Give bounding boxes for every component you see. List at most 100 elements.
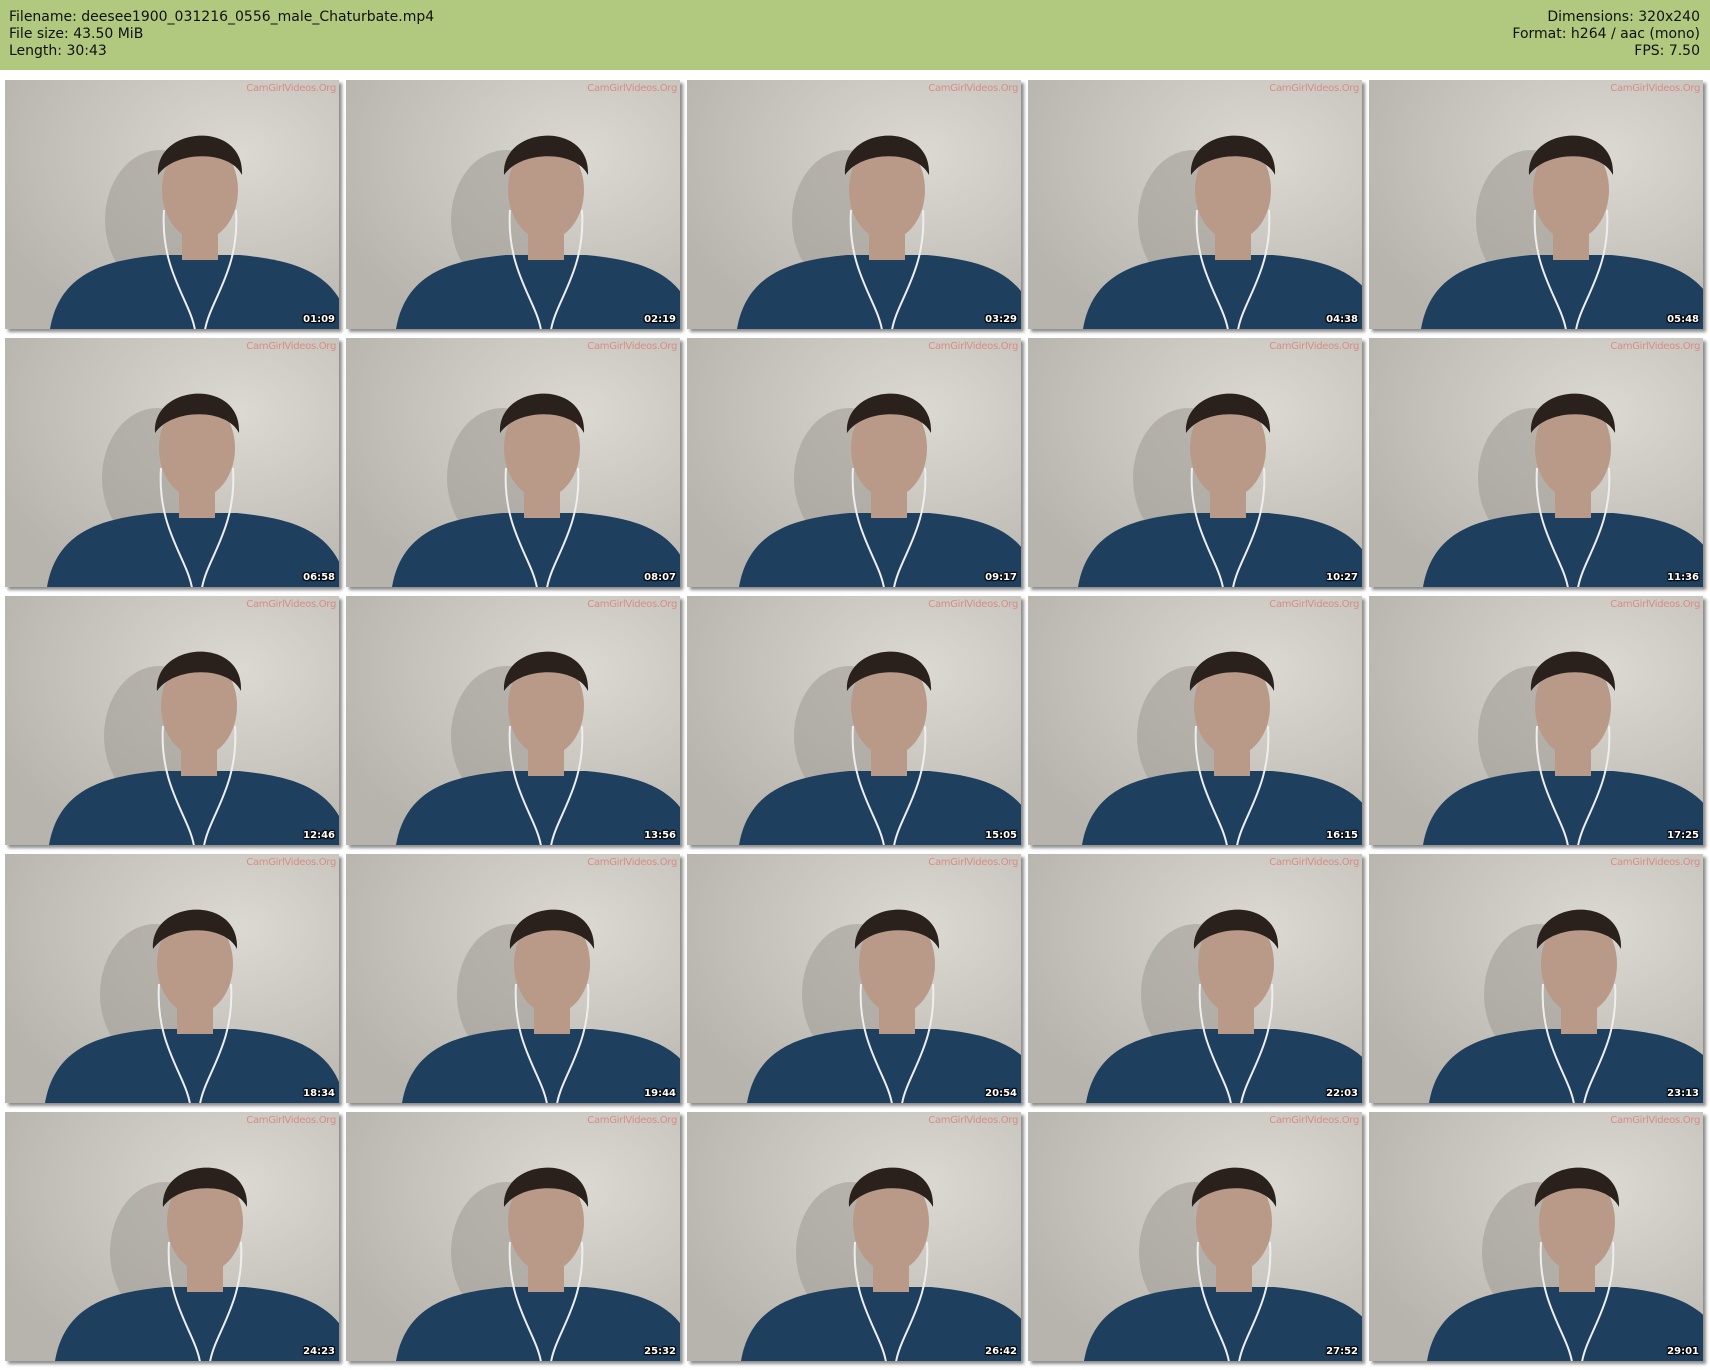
- watermark-text: CamGirlVideos.Org: [246, 599, 336, 610]
- video-thumbnail[interactable]: CamGirlVideos.Org 04:38: [1028, 80, 1362, 329]
- frame-timestamp: 23:13: [1667, 1088, 1699, 1099]
- frame-image: [1028, 854, 1362, 1103]
- frame-image: [1028, 1112, 1362, 1361]
- video-thumbnail[interactable]: CamGirlVideos.Org 15:05: [687, 596, 1021, 845]
- watermark-text: CamGirlVideos.Org: [928, 341, 1018, 352]
- frame-timestamp: 25:32: [644, 1346, 676, 1357]
- watermark-text: CamGirlVideos.Org: [1610, 341, 1700, 352]
- video-thumbnail[interactable]: CamGirlVideos.Org 08:07: [346, 338, 680, 587]
- frame-image: [1369, 1112, 1703, 1361]
- watermark-text: CamGirlVideos.Org: [587, 1115, 677, 1126]
- frame-image: [1369, 338, 1703, 587]
- frame-timestamp: 29:01: [1667, 1346, 1699, 1357]
- watermark-text: CamGirlVideos.Org: [246, 83, 336, 94]
- frame-image: [346, 1112, 680, 1361]
- frame-image: [687, 596, 1021, 845]
- info-header: Filename: deesee1900_031216_0556_male_Ch…: [0, 0, 1710, 70]
- frame-image: [1369, 80, 1703, 329]
- frame-timestamp: 06:58: [303, 572, 335, 583]
- frame-timestamp: 27:52: [1326, 1346, 1358, 1357]
- video-thumbnail[interactable]: CamGirlVideos.Org 24:23: [5, 1112, 339, 1361]
- video-thumbnail[interactable]: CamGirlVideos.Org 26:42: [687, 1112, 1021, 1361]
- length-text: Length: 30:43: [9, 43, 107, 59]
- watermark-text: CamGirlVideos.Org: [1269, 341, 1359, 352]
- frame-timestamp: 11:36: [1667, 572, 1699, 583]
- frame-timestamp: 09:17: [985, 572, 1017, 583]
- watermark-text: CamGirlVideos.Org: [1269, 83, 1359, 94]
- watermark-text: CamGirlVideos.Org: [587, 599, 677, 610]
- frame-image: [1028, 596, 1362, 845]
- watermark-text: CamGirlVideos.Org: [587, 857, 677, 868]
- video-thumbnail[interactable]: CamGirlVideos.Org 13:56: [346, 596, 680, 845]
- frame-image: [1369, 596, 1703, 845]
- file-info: Filename: deesee1900_031216_0556_male_Ch…: [9, 9, 434, 60]
- frame-timestamp: 02:19: [644, 314, 676, 325]
- thumbnail-grid: CamGirlVideos.Org 01:09 CamGirlVideos.Org 0…: [5, 80, 1703, 1361]
- video-thumbnail[interactable]: CamGirlVideos.Org 25:32: [346, 1112, 680, 1361]
- frame-timestamp: 24:23: [303, 1346, 335, 1357]
- frame-timestamp: 17:25: [1667, 830, 1699, 841]
- video-thumbnail[interactable]: CamGirlVideos.Org 03:29: [687, 80, 1021, 329]
- watermark-text: CamGirlVideos.Org: [1269, 599, 1359, 610]
- video-thumbnail[interactable]: CamGirlVideos.Org 27:52: [1028, 1112, 1362, 1361]
- frame-image: [687, 80, 1021, 329]
- frame-image: [5, 854, 339, 1103]
- frame-timestamp: 22:03: [1326, 1088, 1358, 1099]
- watermark-text: CamGirlVideos.Org: [1610, 599, 1700, 610]
- frame-image: [687, 854, 1021, 1103]
- frame-timestamp: 13:56: [644, 830, 676, 841]
- frame-image: [5, 1112, 339, 1361]
- watermark-text: CamGirlVideos.Org: [928, 857, 1018, 868]
- frame-image: [1028, 338, 1362, 587]
- watermark-text: CamGirlVideos.Org: [246, 857, 336, 868]
- frame-image: [5, 80, 339, 329]
- frame-image: [346, 596, 680, 845]
- watermark-text: CamGirlVideos.Org: [246, 341, 336, 352]
- video-thumbnail[interactable]: CamGirlVideos.Org 18:34: [5, 854, 339, 1103]
- frame-image: [687, 1112, 1021, 1361]
- frame-timestamp: 04:38: [1326, 314, 1358, 325]
- video-thumbnail[interactable]: CamGirlVideos.Org 17:25: [1369, 596, 1703, 845]
- watermark-text: CamGirlVideos.Org: [246, 1115, 336, 1126]
- video-thumbnail[interactable]: CamGirlVideos.Org 20:54: [687, 854, 1021, 1103]
- video-thumbnail[interactable]: CamGirlVideos.Org 23:13: [1369, 854, 1703, 1103]
- frame-image: [1028, 80, 1362, 329]
- frame-image: [346, 80, 680, 329]
- media-info: Dimensions: 320x240 Format: h264 / aac (…: [1512, 9, 1700, 60]
- video-thumbnail[interactable]: CamGirlVideos.Org 12:46: [5, 596, 339, 845]
- watermark-text: CamGirlVideos.Org: [587, 341, 677, 352]
- watermark-text: CamGirlVideos.Org: [1269, 1115, 1359, 1126]
- file-size-text: File size: 43.50 MiB: [9, 26, 144, 42]
- video-thumbnail[interactable]: CamGirlVideos.Org 10:27: [1028, 338, 1362, 587]
- watermark-text: CamGirlVideos.Org: [1610, 857, 1700, 868]
- filename-text: Filename: deesee1900_031216_0556_male_Ch…: [9, 9, 435, 25]
- video-thumbnail[interactable]: CamGirlVideos.Org 29:01: [1369, 1112, 1703, 1361]
- fps-text: FPS: 7.50: [1634, 43, 1700, 59]
- frame-timestamp: 15:05: [985, 830, 1017, 841]
- frame-image: [346, 338, 680, 587]
- format-text: Format: h264 / aac (mono): [1512, 26, 1700, 42]
- video-thumbnail[interactable]: CamGirlVideos.Org 01:09: [5, 80, 339, 329]
- video-thumbnail[interactable]: CamGirlVideos.Org 19:44: [346, 854, 680, 1103]
- frame-timestamp: 16:15: [1326, 830, 1358, 841]
- video-thumbnail[interactable]: CamGirlVideos.Org 22:03: [1028, 854, 1362, 1103]
- video-thumbnail[interactable]: CamGirlVideos.Org 09:17: [687, 338, 1021, 587]
- video-thumbnail[interactable]: CamGirlVideos.Org 06:58: [5, 338, 339, 587]
- watermark-text: CamGirlVideos.Org: [928, 83, 1018, 94]
- frame-timestamp: 18:34: [303, 1088, 335, 1099]
- video-thumbnail[interactable]: CamGirlVideos.Org 16:15: [1028, 596, 1362, 845]
- frame-image: [687, 338, 1021, 587]
- video-thumbnail[interactable]: CamGirlVideos.Org 02:19: [346, 80, 680, 329]
- frame-timestamp: 10:27: [1326, 572, 1358, 583]
- frame-timestamp: 08:07: [644, 572, 676, 583]
- watermark-text: CamGirlVideos.Org: [928, 599, 1018, 610]
- watermark-text: CamGirlVideos.Org: [1269, 857, 1359, 868]
- video-thumbnail[interactable]: CamGirlVideos.Org 11:36: [1369, 338, 1703, 587]
- watermark-text: CamGirlVideos.Org: [1610, 83, 1700, 94]
- frame-timestamp: 03:29: [985, 314, 1017, 325]
- watermark-text: CamGirlVideos.Org: [1610, 1115, 1700, 1126]
- frame-image: [5, 596, 339, 845]
- frame-timestamp: 12:46: [303, 830, 335, 841]
- video-thumbnail[interactable]: CamGirlVideos.Org 05:48: [1369, 80, 1703, 329]
- frame-timestamp: 26:42: [985, 1346, 1017, 1357]
